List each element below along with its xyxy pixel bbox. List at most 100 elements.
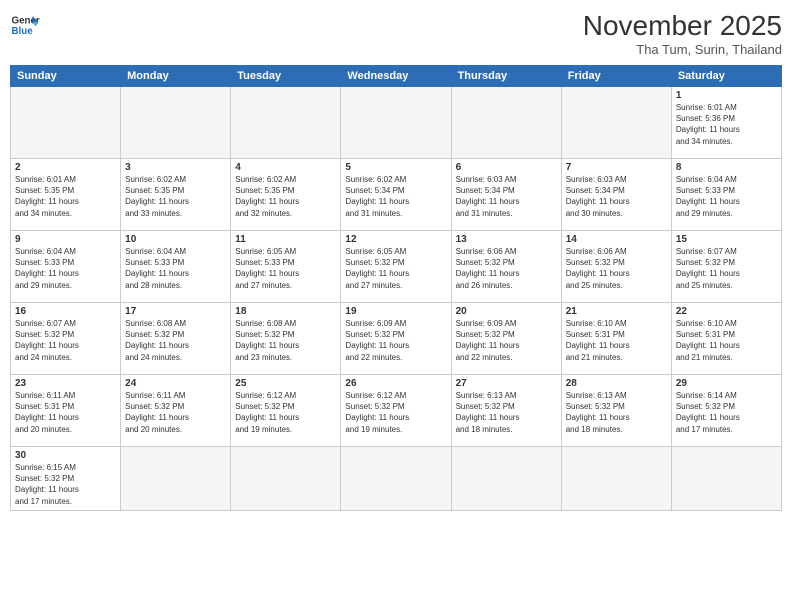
day-info: Sunrise: 6:10 AM Sunset: 5:31 PM Dayligh…	[676, 318, 777, 363]
day-number: 17	[125, 306, 226, 317]
day-number: 27	[456, 378, 557, 389]
table-row: 1Sunrise: 6:01 AM Sunset: 5:36 PM Daylig…	[671, 87, 781, 159]
table-row: 2Sunrise: 6:01 AM Sunset: 5:35 PM Daylig…	[11, 159, 121, 231]
table-row: 23Sunrise: 6:11 AM Sunset: 5:31 PM Dayli…	[11, 375, 121, 447]
day-number: 12	[345, 234, 446, 245]
svg-text:Blue: Blue	[12, 26, 34, 37]
day-number: 13	[456, 234, 557, 245]
day-number: 20	[456, 306, 557, 317]
table-row	[341, 447, 451, 511]
day-info: Sunrise: 6:04 AM Sunset: 5:33 PM Dayligh…	[125, 246, 226, 291]
day-number: 16	[15, 306, 116, 317]
table-row	[11, 87, 121, 159]
day-info: Sunrise: 6:04 AM Sunset: 5:33 PM Dayligh…	[676, 174, 777, 219]
col-friday: Friday	[561, 66, 671, 87]
table-row: 21Sunrise: 6:10 AM Sunset: 5:31 PM Dayli…	[561, 303, 671, 375]
day-number: 14	[566, 234, 667, 245]
day-info: Sunrise: 6:12 AM Sunset: 5:32 PM Dayligh…	[235, 390, 336, 435]
day-number: 30	[15, 450, 116, 461]
day-number: 8	[676, 162, 777, 173]
day-info: Sunrise: 6:13 AM Sunset: 5:32 PM Dayligh…	[566, 390, 667, 435]
table-row: 20Sunrise: 6:09 AM Sunset: 5:32 PM Dayli…	[451, 303, 561, 375]
col-saturday: Saturday	[671, 66, 781, 87]
table-row	[341, 87, 451, 159]
day-number: 10	[125, 234, 226, 245]
table-row: 6Sunrise: 6:03 AM Sunset: 5:34 PM Daylig…	[451, 159, 561, 231]
day-number: 9	[15, 234, 116, 245]
day-number: 29	[676, 378, 777, 389]
table-row: 3Sunrise: 6:02 AM Sunset: 5:35 PM Daylig…	[121, 159, 231, 231]
day-number: 19	[345, 306, 446, 317]
table-row	[451, 447, 561, 511]
day-info: Sunrise: 6:14 AM Sunset: 5:32 PM Dayligh…	[676, 390, 777, 435]
table-row	[121, 87, 231, 159]
day-number: 28	[566, 378, 667, 389]
table-row	[671, 447, 781, 511]
col-monday: Monday	[121, 66, 231, 87]
title-block: November 2025 Tha Tum, Surin, Thailand	[583, 10, 782, 57]
table-row	[561, 447, 671, 511]
day-info: Sunrise: 6:13 AM Sunset: 5:32 PM Dayligh…	[456, 390, 557, 435]
day-info: Sunrise: 6:02 AM Sunset: 5:34 PM Dayligh…	[345, 174, 446, 219]
header: General Blue November 2025 Tha Tum, Suri…	[10, 10, 782, 57]
day-info: Sunrise: 6:07 AM Sunset: 5:32 PM Dayligh…	[676, 246, 777, 291]
calendar: Sunday Monday Tuesday Wednesday Thursday…	[10, 65, 782, 511]
table-row: 10Sunrise: 6:04 AM Sunset: 5:33 PM Dayli…	[121, 231, 231, 303]
day-info: Sunrise: 6:05 AM Sunset: 5:32 PM Dayligh…	[345, 246, 446, 291]
day-info: Sunrise: 6:02 AM Sunset: 5:35 PM Dayligh…	[125, 174, 226, 219]
table-row: 27Sunrise: 6:13 AM Sunset: 5:32 PM Dayli…	[451, 375, 561, 447]
table-row: 15Sunrise: 6:07 AM Sunset: 5:32 PM Dayli…	[671, 231, 781, 303]
month-year: November 2025	[583, 10, 782, 42]
day-number: 22	[676, 306, 777, 317]
table-row: 8Sunrise: 6:04 AM Sunset: 5:33 PM Daylig…	[671, 159, 781, 231]
table-row: 18Sunrise: 6:08 AM Sunset: 5:32 PM Dayli…	[231, 303, 341, 375]
day-number: 4	[235, 162, 336, 173]
table-row: 17Sunrise: 6:08 AM Sunset: 5:32 PM Dayli…	[121, 303, 231, 375]
table-row: 5Sunrise: 6:02 AM Sunset: 5:34 PM Daylig…	[341, 159, 451, 231]
day-info: Sunrise: 6:01 AM Sunset: 5:35 PM Dayligh…	[15, 174, 116, 219]
col-sunday: Sunday	[11, 66, 121, 87]
table-row: 22Sunrise: 6:10 AM Sunset: 5:31 PM Dayli…	[671, 303, 781, 375]
day-info: Sunrise: 6:03 AM Sunset: 5:34 PM Dayligh…	[566, 174, 667, 219]
day-info: Sunrise: 6:04 AM Sunset: 5:33 PM Dayligh…	[15, 246, 116, 291]
day-number: 15	[676, 234, 777, 245]
day-info: Sunrise: 6:11 AM Sunset: 5:31 PM Dayligh…	[15, 390, 116, 435]
day-info: Sunrise: 6:09 AM Sunset: 5:32 PM Dayligh…	[456, 318, 557, 363]
day-info: Sunrise: 6:06 AM Sunset: 5:32 PM Dayligh…	[456, 246, 557, 291]
day-info: Sunrise: 6:09 AM Sunset: 5:32 PM Dayligh…	[345, 318, 446, 363]
day-info: Sunrise: 6:01 AM Sunset: 5:36 PM Dayligh…	[676, 102, 777, 147]
day-number: 2	[15, 162, 116, 173]
table-row: 14Sunrise: 6:06 AM Sunset: 5:32 PM Dayli…	[561, 231, 671, 303]
day-number: 1	[676, 90, 777, 101]
table-row: 12Sunrise: 6:05 AM Sunset: 5:32 PM Dayli…	[341, 231, 451, 303]
day-number: 23	[15, 378, 116, 389]
day-number: 5	[345, 162, 446, 173]
table-row: 9Sunrise: 6:04 AM Sunset: 5:33 PM Daylig…	[11, 231, 121, 303]
day-number: 25	[235, 378, 336, 389]
page: General Blue November 2025 Tha Tum, Suri…	[0, 0, 792, 612]
day-info: Sunrise: 6:15 AM Sunset: 5:32 PM Dayligh…	[15, 462, 116, 507]
table-row: 7Sunrise: 6:03 AM Sunset: 5:34 PM Daylig…	[561, 159, 671, 231]
calendar-header-row: Sunday Monday Tuesday Wednesday Thursday…	[11, 66, 782, 87]
day-number: 21	[566, 306, 667, 317]
table-row: 16Sunrise: 6:07 AM Sunset: 5:32 PM Dayli…	[11, 303, 121, 375]
col-thursday: Thursday	[451, 66, 561, 87]
day-number: 3	[125, 162, 226, 173]
day-number: 7	[566, 162, 667, 173]
day-number: 24	[125, 378, 226, 389]
day-info: Sunrise: 6:08 AM Sunset: 5:32 PM Dayligh…	[125, 318, 226, 363]
table-row: 29Sunrise: 6:14 AM Sunset: 5:32 PM Dayli…	[671, 375, 781, 447]
day-number: 18	[235, 306, 336, 317]
day-info: Sunrise: 6:07 AM Sunset: 5:32 PM Dayligh…	[15, 318, 116, 363]
table-row	[121, 447, 231, 511]
table-row: 11Sunrise: 6:05 AM Sunset: 5:33 PM Dayli…	[231, 231, 341, 303]
table-row	[231, 87, 341, 159]
day-number: 26	[345, 378, 446, 389]
table-row: 26Sunrise: 6:12 AM Sunset: 5:32 PM Dayli…	[341, 375, 451, 447]
logo: General Blue	[10, 10, 40, 40]
day-info: Sunrise: 6:05 AM Sunset: 5:33 PM Dayligh…	[235, 246, 336, 291]
table-row	[451, 87, 561, 159]
table-row	[231, 447, 341, 511]
table-row	[561, 87, 671, 159]
table-row: 28Sunrise: 6:13 AM Sunset: 5:32 PM Dayli…	[561, 375, 671, 447]
